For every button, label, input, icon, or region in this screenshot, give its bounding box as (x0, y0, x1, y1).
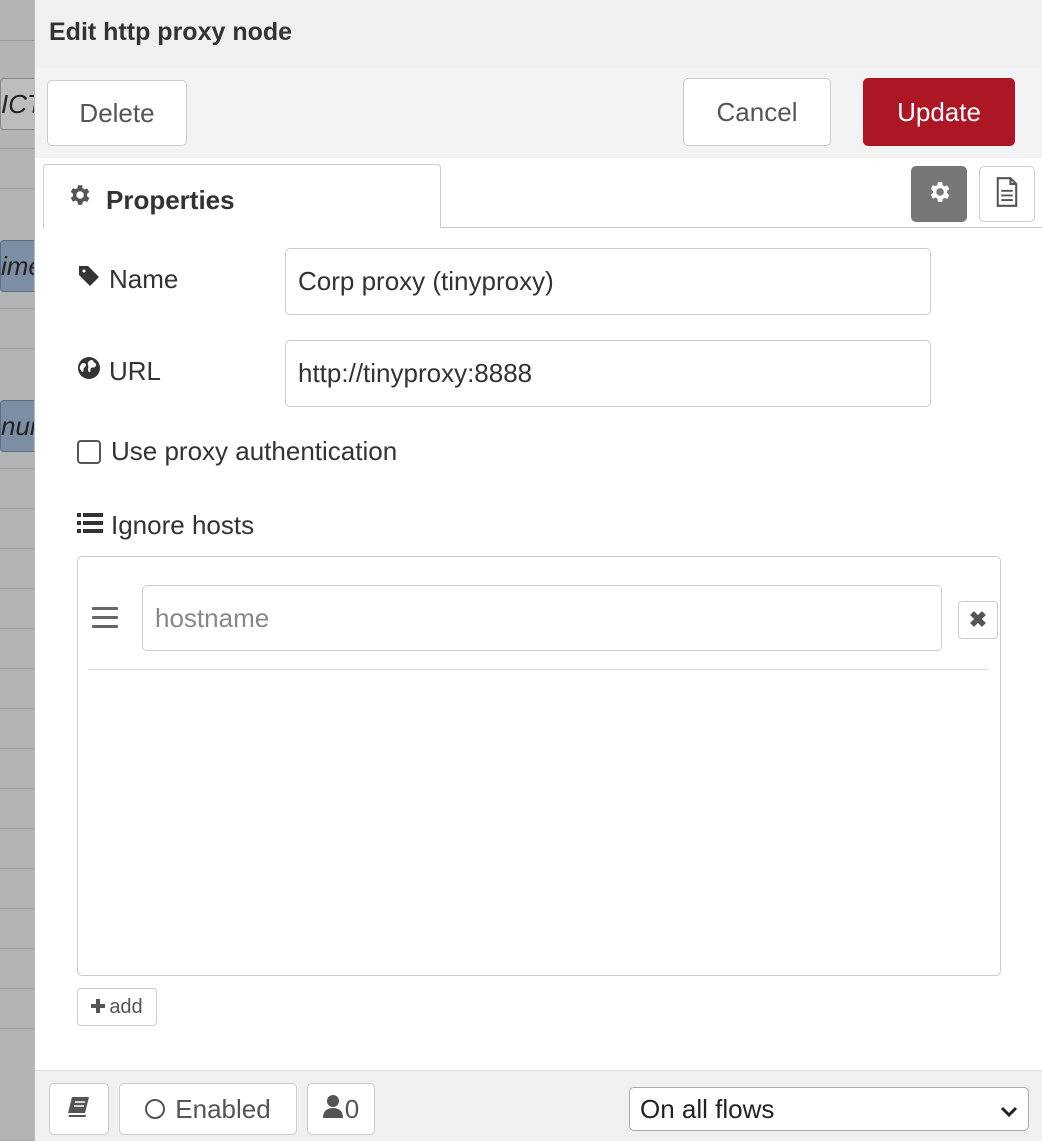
background-node[interactable]: ime (0, 240, 38, 292)
name-label: Name (109, 264, 179, 294)
add-label: add (109, 995, 143, 1018)
document-icon (995, 176, 1019, 212)
url-input[interactable]: http://tinyproxy:8888 (285, 340, 931, 407)
ignore-hosts-row-label: Ignore hosts (77, 510, 254, 541)
ignore-hosts-list: hostname ✖ (77, 556, 1001, 976)
background-node[interactable]: nur (0, 400, 38, 452)
users-count: 0 (344, 1093, 360, 1124)
proxy-auth-checkbox[interactable] (77, 440, 101, 464)
toggle-circle-icon (145, 1099, 166, 1119)
tab-properties[interactable]: Properties (43, 164, 441, 228)
enabled-toggle[interactable]: Enabled (119, 1083, 297, 1135)
globe-icon (77, 356, 101, 387)
url-label: URL (109, 356, 162, 386)
dialog-titlebar: Edit http proxy node (35, 0, 1042, 69)
background-node-label: ICT (1, 89, 37, 119)
scope-value: On all flows (640, 1093, 775, 1124)
delete-button[interactable]: Delete (47, 80, 187, 146)
scope-select[interactable]: On all flows (629, 1087, 1029, 1131)
book-icon (67, 1094, 91, 1125)
chevron-down-icon (1000, 1094, 1018, 1125)
plus-icon (91, 996, 106, 1019)
dialog-footer: Enabled 0 On all flows (35, 1070, 1042, 1141)
list-item: hostname ✖ (88, 557, 998, 670)
enabled-label: Enabled (175, 1093, 271, 1124)
background-node-label: nur (1, 411, 38, 441)
name-row-label: Name (77, 264, 178, 295)
cancel-button[interactable]: Cancel (683, 78, 831, 146)
add-host-button[interactable]: add (77, 988, 157, 1026)
update-button[interactable]: Update (863, 78, 1015, 146)
tab-properties-label: Properties (106, 185, 235, 215)
ignore-hosts-label: Ignore hosts (111, 510, 255, 540)
background-node[interactable]: ICT (0, 78, 38, 130)
tag-icon (77, 264, 101, 295)
node-description-button[interactable] (979, 166, 1035, 222)
edit-node-dialog: Edit http proxy node Delete Cancel Updat… (34, 0, 1042, 1141)
gear-icon (66, 182, 92, 213)
dialog-title: Edit http proxy node (49, 18, 293, 46)
close-icon: ✖ (968, 607, 988, 632)
node-users-button[interactable]: 0 (307, 1083, 375, 1135)
dialog-toolbar: Delete Cancel Update (35, 68, 1042, 159)
tab-divider (441, 227, 1042, 228)
dialog-content: Properties Name Corp proxy (tinyproxy) U… (35, 158, 1042, 1070)
hostname-input[interactable]: hostname (142, 585, 942, 651)
url-row-label: URL (77, 356, 161, 387)
drag-handle-icon[interactable] (92, 607, 118, 634)
remove-host-button[interactable]: ✖ (958, 601, 998, 639)
list-icon (77, 510, 103, 541)
background-node-label: ime (1, 251, 37, 281)
node-settings-button[interactable] (911, 166, 967, 222)
name-input[interactable]: Corp proxy (tinyproxy) (285, 248, 931, 315)
user-icon (322, 1094, 343, 1125)
proxy-auth-label[interactable]: Use proxy authentication (111, 436, 397, 467)
help-button[interactable] (49, 1083, 109, 1135)
gear-icon (926, 179, 952, 210)
